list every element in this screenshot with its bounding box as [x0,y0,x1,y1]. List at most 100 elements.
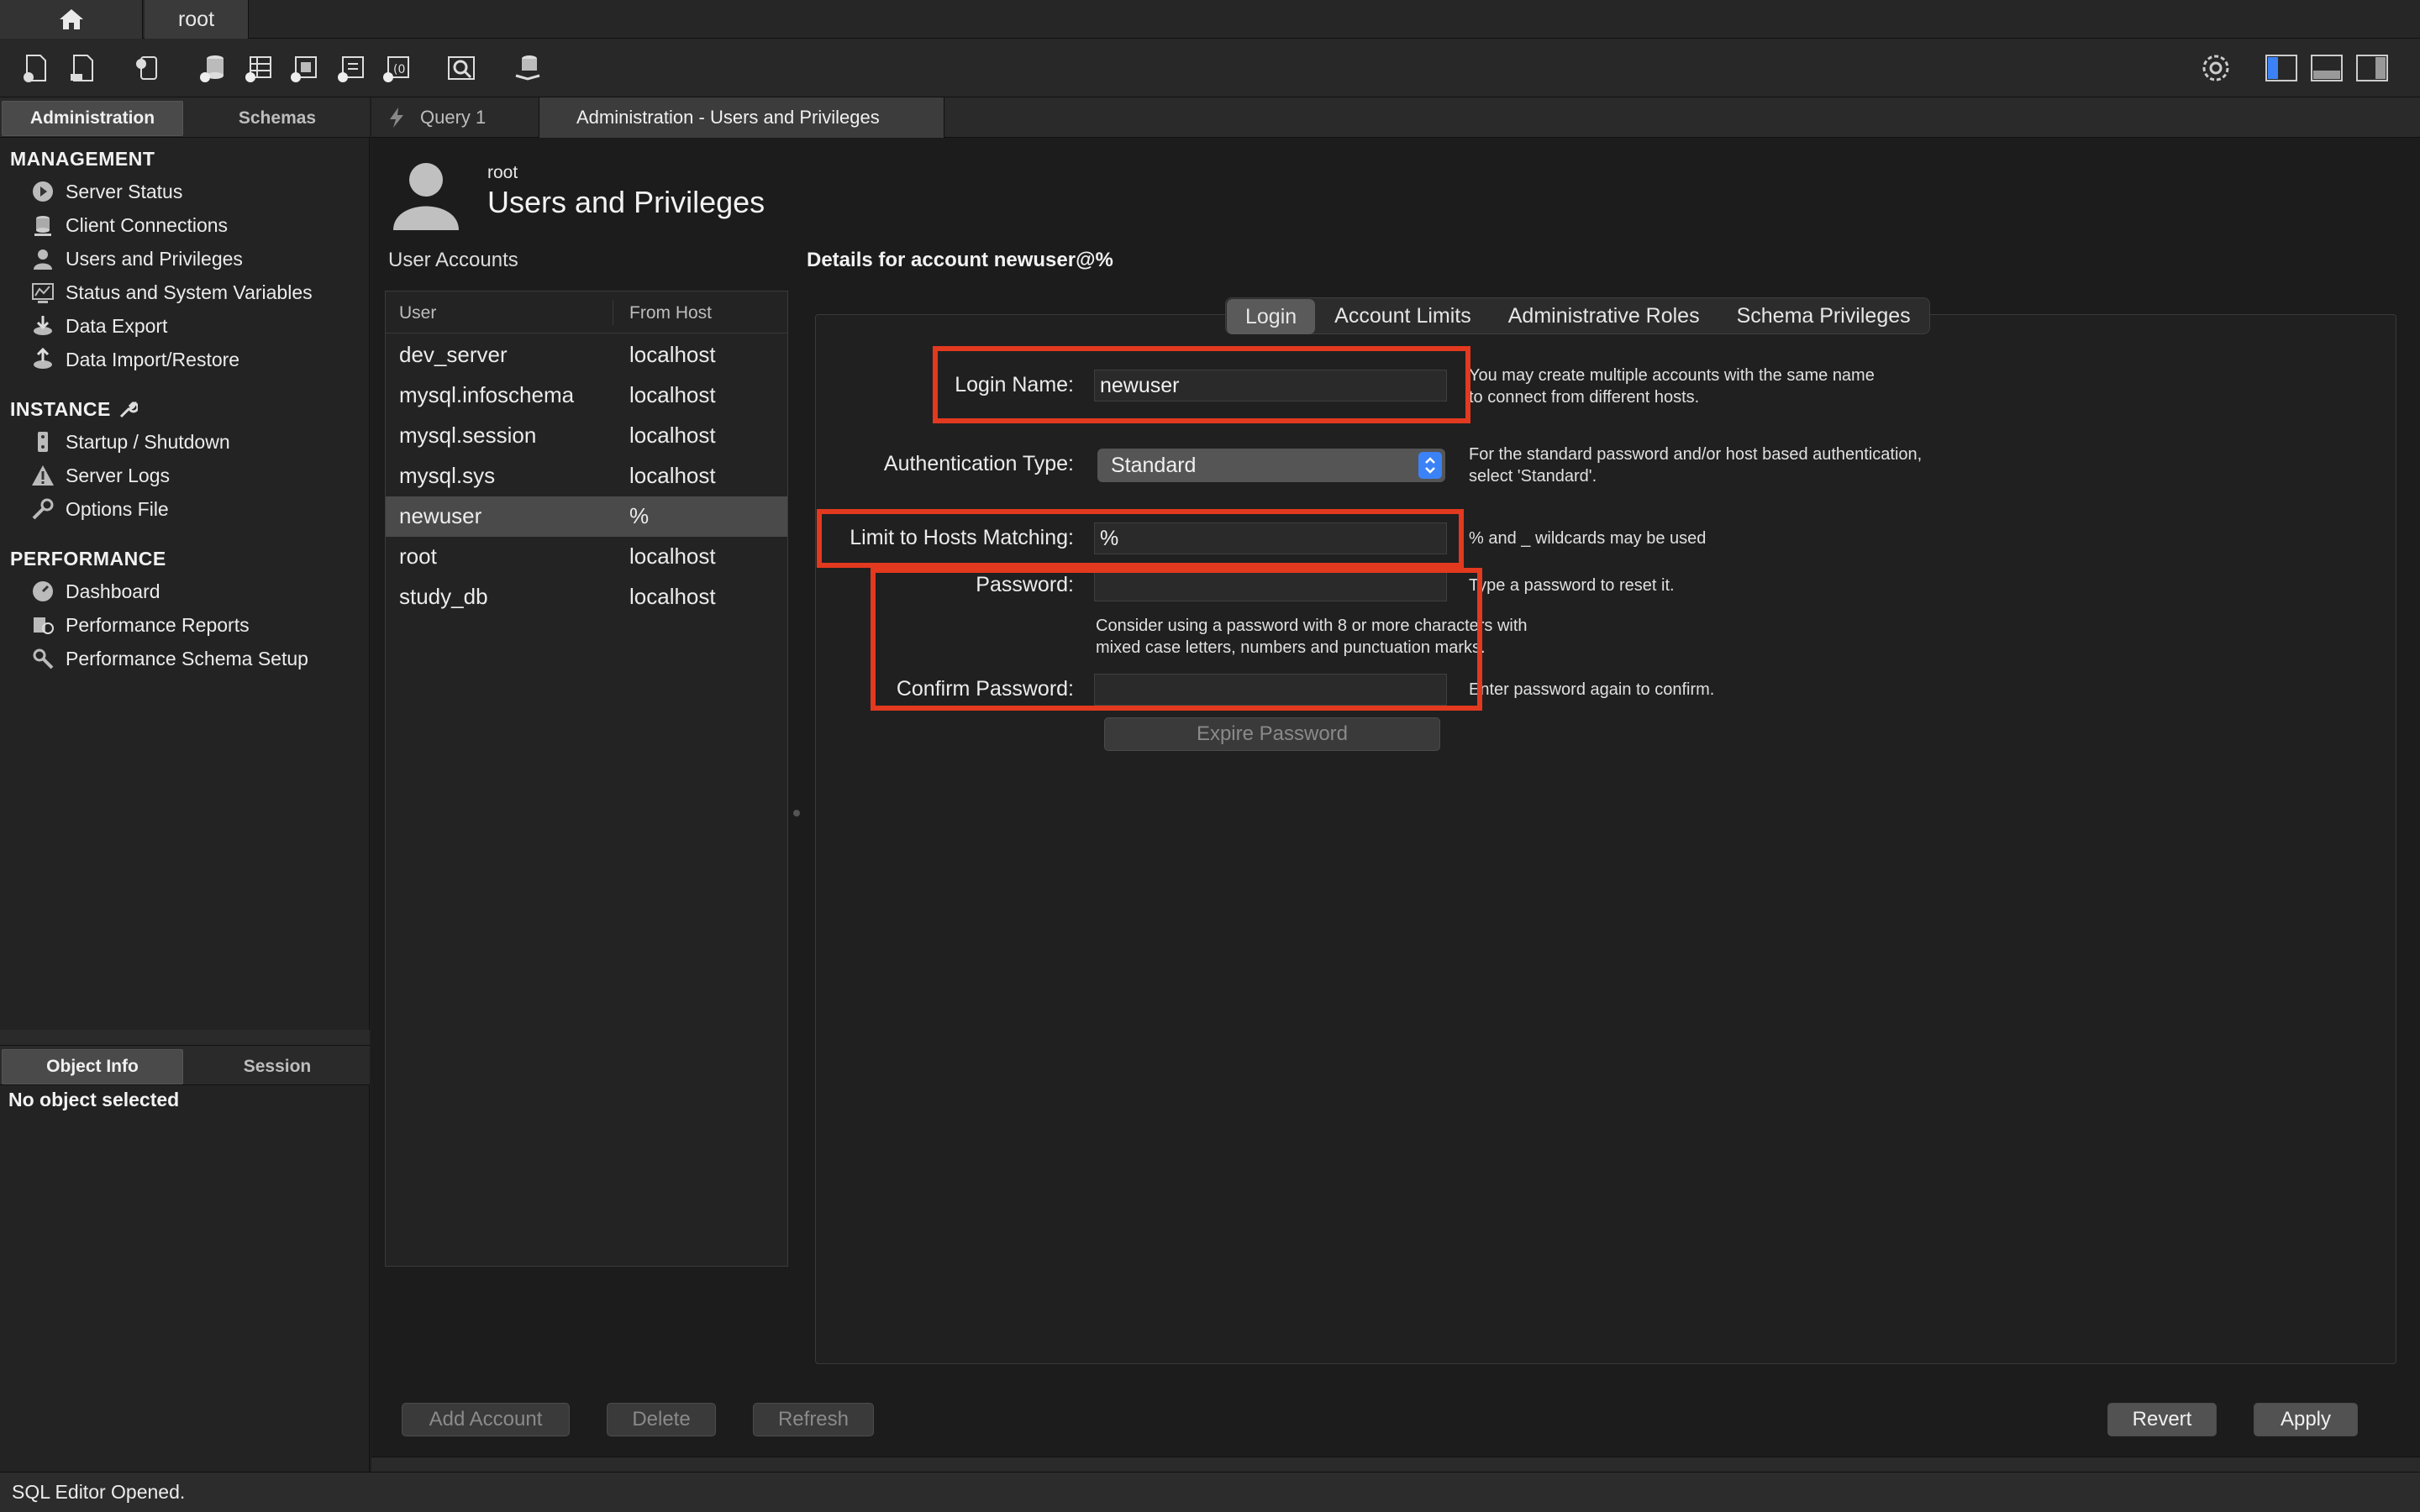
object-info-tab-bar: Object Info Session [0,1045,370,1085]
sidebar-item-label: Data Import/Restore [66,348,240,370]
startup-icon [30,429,55,454]
dashboard-icon [30,579,55,604]
new-sql-tab-icon[interactable] [18,50,54,86]
main-toolbar: (0 [0,39,2420,97]
sidebar-item-system-variables[interactable]: Status and System Variables [30,277,313,307]
create-procedure-icon[interactable] [333,50,368,86]
tab-admin-label: Administration - Users and Privileges [576,107,880,128]
sidebar-item-label: Client Connections [66,213,229,236]
host-cell: localhost [629,382,716,407]
table-row[interactable]: mysql.infoschema localhost [386,375,787,416]
settings-icon[interactable] [2198,50,2233,86]
select-arrows-icon [1418,452,1442,479]
create-schema-icon[interactable] [195,50,230,86]
column-header-user[interactable]: User [399,303,436,323]
sidebar-item-dashboard[interactable]: Dashboard [30,576,160,606]
table-row[interactable]: root localhost [386,537,787,577]
expire-password-button[interactable]: Expire Password [1104,717,1440,751]
panel-splitter-handle[interactable] [793,810,800,816]
tab-account-limits[interactable]: Account Limits [1316,298,1490,333]
auth-type-label: Authentication Type: [883,452,1074,475]
sidebar-item-label: Server Status [66,180,183,202]
tab-schemas[interactable]: Schemas [187,101,368,136]
search-table-data-icon[interactable] [444,50,479,86]
connection-tab-root[interactable]: root [145,0,249,39]
highlight-login-name [933,346,1470,423]
create-function-icon[interactable]: (0 [378,50,413,86]
sidebar-item-data-export[interactable]: Data Export [30,311,167,341]
instance-header: INSTANCE [10,398,138,421]
schema-setup-icon [30,646,55,671]
system-variables-icon [30,280,55,305]
tab-object-info[interactable]: Object Info [2,1049,183,1084]
confirm-password-hint: Enter password again to confirm. [1469,680,1715,699]
reconnect-icon[interactable] [509,50,544,86]
details-heading: Details for account newuser@% [807,249,1113,271]
user-cell: root [399,543,437,569]
login-name-hint-line2: to connect from different hosts. [1469,388,1700,407]
sidebar-item-performance-reports[interactable]: Performance Reports [30,610,250,640]
data-export-icon [30,313,55,339]
performance-header: PERFORMANCE [10,548,166,570]
wrench-small-icon [119,401,138,417]
data-import-icon [30,347,55,372]
user-cell: mysql.session [399,423,537,448]
tab-administration[interactable]: Administration [2,101,183,136]
sidebar-item-label: Status and System Variables [66,281,313,303]
apply-button[interactable]: Apply [2254,1403,2358,1436]
object-info-text: No object selected [8,1089,180,1110]
auth-type-select[interactable]: Standard [1097,449,1445,482]
home-icon [59,9,83,29]
sidebar-item-startup-shutdown[interactable]: Startup / Shutdown [30,427,230,457]
sidebar-item-performance-schema-setup[interactable]: Performance Schema Setup [30,643,308,674]
create-table-icon[interactable] [240,50,276,86]
sidebar-item-options-file[interactable]: Options File [30,494,169,524]
user-accounts-header: User From Host [386,291,787,333]
sidebar-item-client-connections[interactable]: Client Connections [30,210,228,240]
sidebar-splitter[interactable] [0,1030,370,1045]
table-row[interactable]: mysql.sys localhost [386,456,787,496]
auth-type-value: Standard [1111,453,1197,477]
sidebar-item-server-logs[interactable]: Server Logs [30,460,170,491]
user-cell: mysql.infoschema [399,382,575,407]
table-row[interactable]: mysql.session localhost [386,416,787,456]
sidebar-item-label: Startup / Shutdown [66,430,230,453]
tab-query-1[interactable]: Query 1 [371,97,539,138]
user-avatar-icon [393,163,459,230]
tab-administrative-roles[interactable]: Administrative Roles [1490,298,1718,333]
tab-schema-privileges[interactable]: Schema Privileges [1718,298,1929,333]
table-row-selected[interactable]: newuser% [386,496,787,537]
add-account-button[interactable]: Add Account [402,1403,570,1436]
client-connections-icon [30,213,55,238]
auth-type-hint-line2: select 'Standard'. [1469,467,1597,486]
tab-session[interactable]: Session [187,1049,368,1084]
users-icon [30,246,55,271]
sidebar-item-server-status[interactable]: Server Status [30,176,182,207]
revert-button[interactable]: Revert [2107,1403,2217,1436]
create-view-icon[interactable] [286,50,321,86]
open-sql-script-icon[interactable] [66,50,101,86]
users-privileges-page: root Users and Privileges User Accounts … [371,138,2420,1472]
tab-administration-users[interactable]: Administration - Users and Privileges [539,97,944,138]
refresh-button[interactable]: Refresh [753,1403,874,1436]
lightning-icon [390,108,403,128]
tab-login[interactable]: Login [1227,299,1316,334]
sidebar-item-data-import[interactable]: Data Import/Restore [30,344,239,375]
home-tab[interactable] [0,0,143,39]
host-cell: localhost [629,423,716,448]
column-header-host[interactable]: From Host [629,303,712,323]
table-row[interactable]: study_db localhost [386,577,787,617]
toggle-secondary-sidebar-icon[interactable] [2354,50,2390,86]
host-cell: localhost [629,543,716,569]
toggle-output-icon[interactable] [2309,50,2344,86]
editor-tab-bar: Query 1 Administration - Users and Privi… [371,97,2420,138]
login-name-hint-line1: You may create multiple accounts with th… [1469,366,1875,385]
sidebar-item-users-and-privileges[interactable]: Users and Privileges [30,244,243,274]
output-splitter[interactable] [371,1457,2420,1472]
user-accounts-list: User From Host dev_server localhost mysql… [385,291,788,1267]
inspector-icon[interactable] [129,50,165,86]
sidebar-item-label: Options File [66,497,169,520]
table-row[interactable]: dev_server localhost [386,335,787,375]
toggle-sidebar-icon[interactable] [2264,50,2299,86]
delete-button[interactable]: Delete [607,1403,716,1436]
